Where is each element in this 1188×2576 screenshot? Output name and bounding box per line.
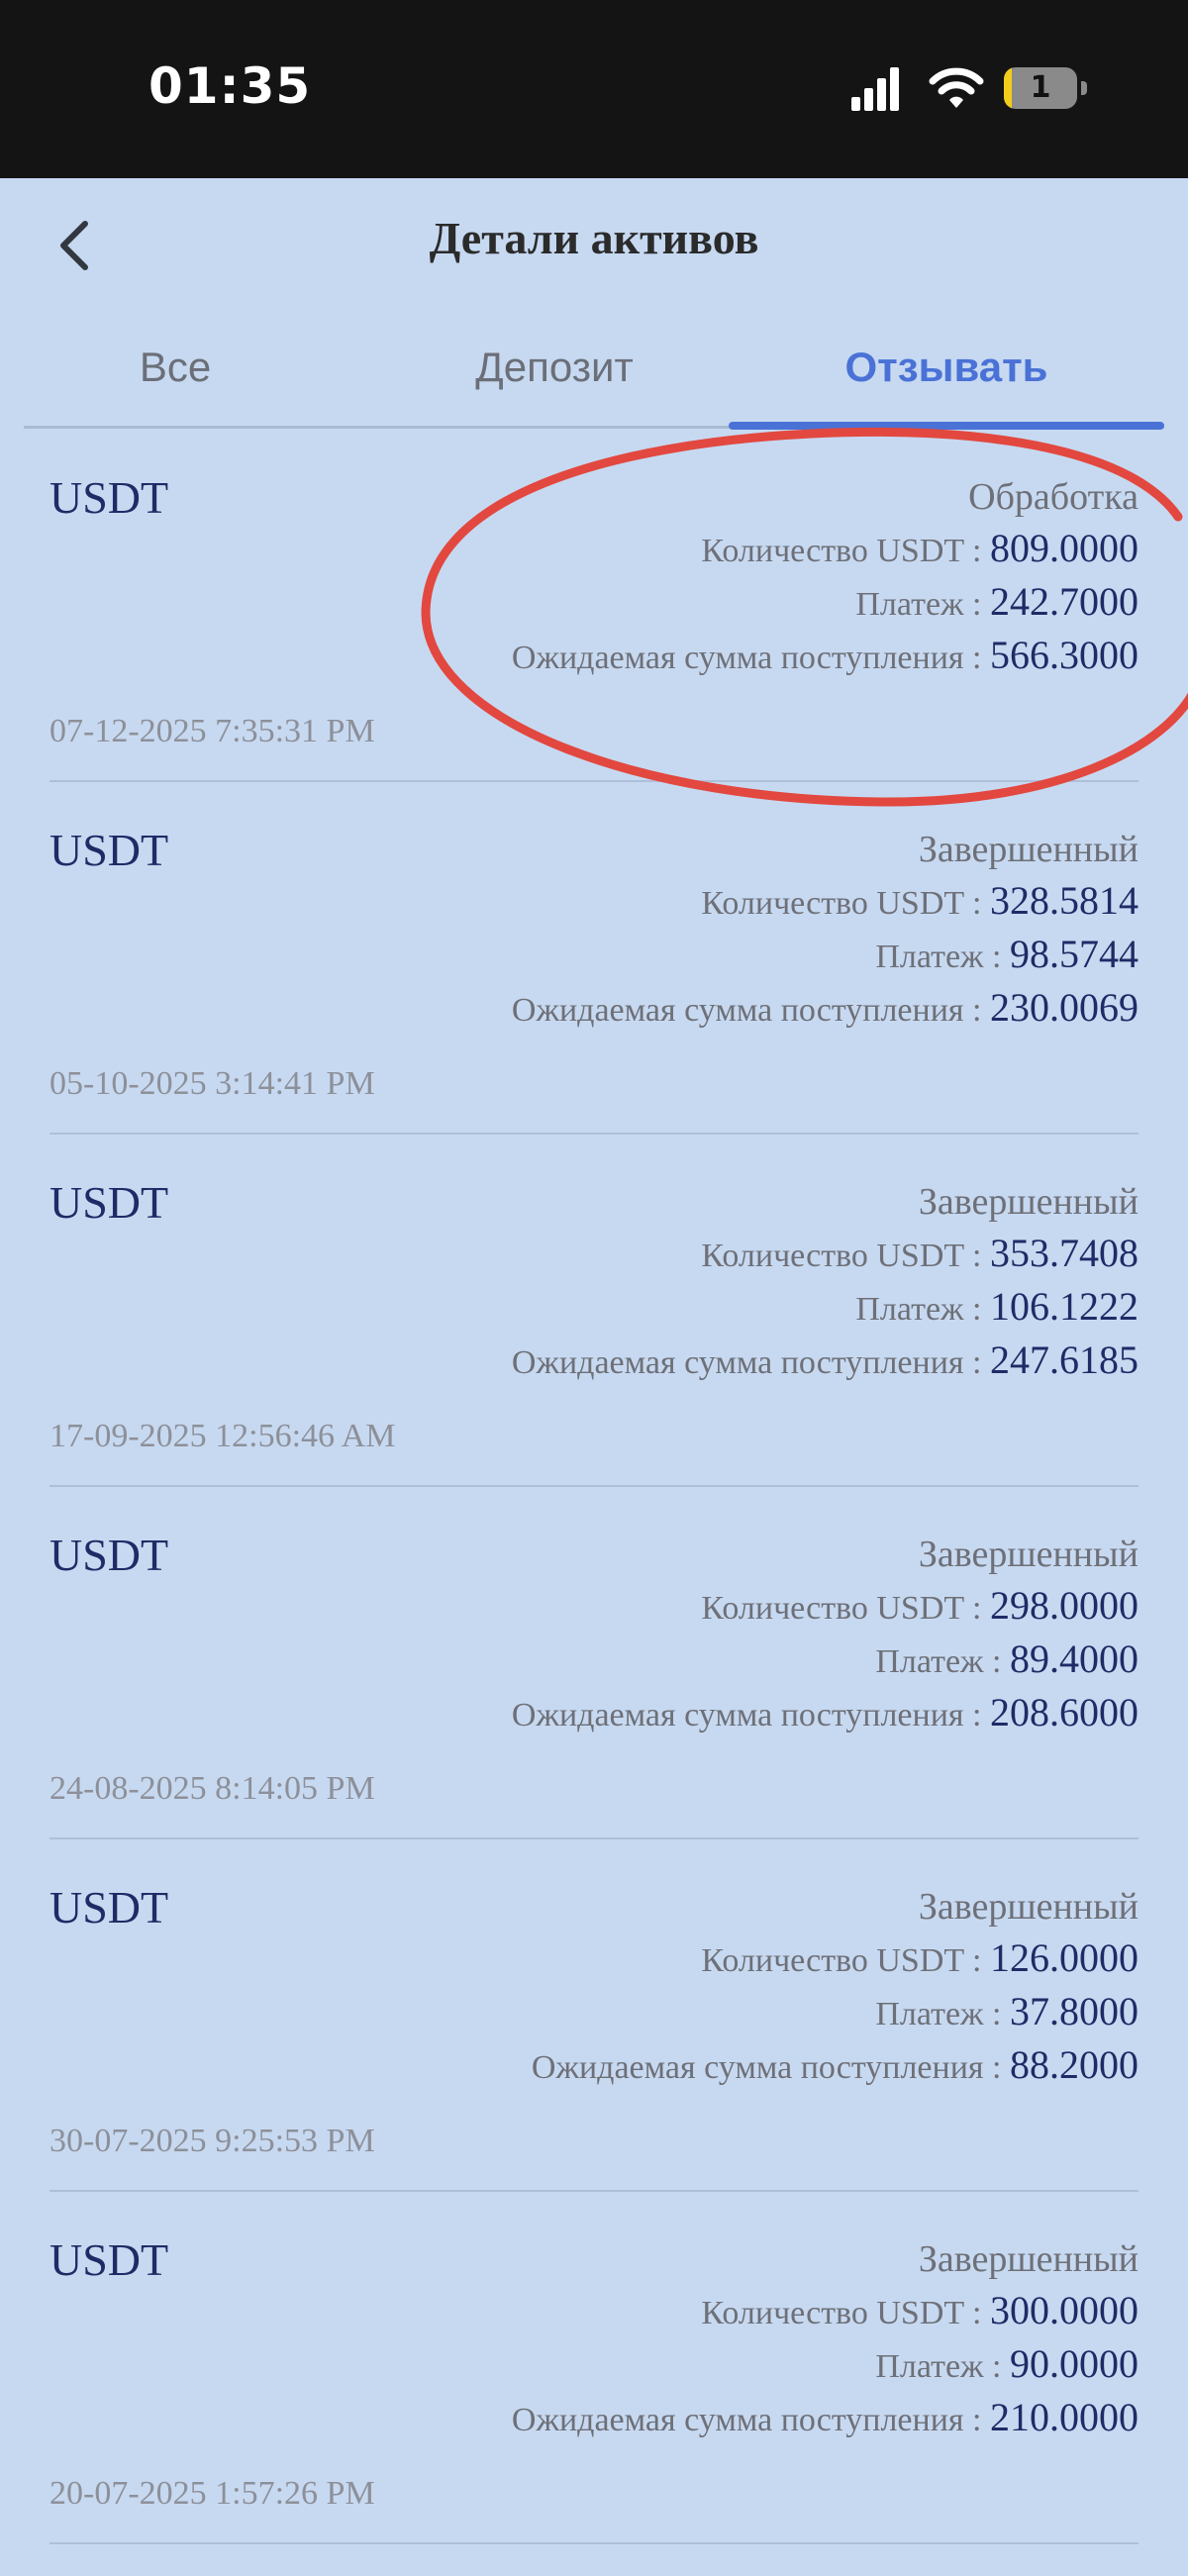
quantity-value: 300.0000 — [990, 2288, 1138, 2332]
expected-row: Ожидаемая сумма поступления : 230.0069 — [512, 984, 1138, 1031]
list-item[interactable]: USDT Завершенный Количество USDT : 328.5… — [50, 782, 1138, 1135]
quantity-value: 809.0000 — [990, 526, 1138, 570]
item-status: Завершенный — [918, 1886, 1138, 1928]
quantity-row: Количество USDT : 126.0000 — [701, 1934, 1138, 1981]
fee-row: Платеж : 89.4000 — [875, 1635, 1138, 1682]
page-title: Детали активов — [429, 213, 759, 263]
fee-row: Платеж : 106.1222 — [855, 1283, 1138, 1330]
fee-label: Платеж : — [855, 586, 990, 623]
battery-level: 1 — [1030, 70, 1051, 105]
expected-value: 230.0069 — [990, 985, 1138, 1030]
quantity-row: Количество USDT : 809.0000 — [701, 525, 1138, 571]
fee-label: Платеж : — [875, 1643, 1010, 1680]
status-time: 01:35 — [148, 57, 312, 115]
expected-label: Ожидаемая сумма поступления : — [511, 1697, 990, 1734]
quantity-row: Количество USDT : 353.7408 — [701, 1230, 1138, 1276]
quantity-row: Количество USDT : 328.5814 — [701, 877, 1138, 924]
list-item[interactable]: USDT Обработка Количество USDT : 809.000… — [50, 430, 1138, 782]
quantity-value: 298.0000 — [990, 1583, 1138, 1628]
expected-label: Ожидаемая сумма поступления : — [511, 992, 990, 1029]
item-date: 30-07-2025 9:25:53 PM — [50, 2123, 375, 2159]
tab-withdraw[interactable]: Отзывать — [729, 327, 1164, 422]
fee-value: 106.1222 — [990, 1284, 1138, 1329]
quantity-label: Количество USDT : — [701, 885, 990, 922]
transaction-list: USDT Обработка Количество USDT : 809.000… — [50, 430, 1138, 2544]
item-currency: USDT — [50, 2234, 169, 2285]
item-currency: USDT — [50, 1882, 169, 1932]
quantity-row: Количество USDT : 300.0000 — [701, 2287, 1138, 2333]
status-bar: 01:35 1 — [0, 0, 1188, 178]
active-tab-indicator — [729, 422, 1164, 430]
item-status: Завершенный — [918, 829, 1138, 870]
fee-row: Платеж : 37.8000 — [875, 1988, 1138, 2034]
list-item[interactable]: USDT Завершенный Количество USDT : 298.0… — [50, 1487, 1138, 1839]
expected-value: 208.6000 — [990, 1690, 1138, 1734]
quantity-label: Количество USDT : — [701, 1590, 990, 1627]
expected-label: Ожидаемая сумма поступления : — [511, 2402, 990, 2438]
expected-value: 566.3000 — [990, 633, 1138, 677]
item-currency: USDT — [50, 1530, 169, 1580]
item-date: 07-12-2025 7:35:31 PM — [50, 713, 375, 749]
expected-value: 247.6185 — [990, 1338, 1138, 1382]
cellular-signal-icon — [851, 67, 899, 111]
item-currency: USDT — [50, 825, 169, 875]
expected-label: Ожидаемая сумма поступления : — [531, 2049, 1010, 2086]
wifi-icon — [929, 67, 984, 108]
quantity-value: 126.0000 — [990, 1935, 1138, 1980]
item-currency: USDT — [50, 1177, 169, 1228]
fee-label: Платеж : — [875, 2348, 1010, 2385]
quantity-row: Количество USDT : 298.0000 — [701, 1582, 1138, 1629]
fee-value: 89.4000 — [1010, 1636, 1138, 1681]
expected-row: Ожидаемая сумма поступления : 566.3000 — [512, 632, 1138, 678]
expected-value: 88.2000 — [1010, 2042, 1138, 2087]
expected-label: Ожидаемая сумма поступления : — [511, 640, 990, 676]
item-date: 17-09-2025 12:56:46 AM — [50, 1418, 396, 1454]
item-status: Завершенный — [918, 2238, 1138, 2280]
fee-label: Платеж : — [855, 1291, 990, 1328]
list-item[interactable]: USDT Завершенный Количество USDT : 126.0… — [50, 1839, 1138, 2192]
quantity-label: Количество USDT : — [701, 2295, 990, 2331]
fee-label: Платеж : — [875, 1996, 1010, 2032]
item-date: 05-10-2025 3:14:41 PM — [50, 1065, 375, 1102]
list-item[interactable]: USDT Завершенный Количество USDT : 353.7… — [50, 1135, 1138, 1487]
fee-value: 90.0000 — [1010, 2341, 1138, 2386]
quantity-label: Количество USDT : — [701, 533, 990, 569]
quantity-value: 328.5814 — [990, 878, 1138, 923]
quantity-label: Количество USDT : — [701, 1238, 990, 1274]
tab-all[interactable]: Все — [24, 327, 327, 422]
item-status: Завершенный — [918, 1181, 1138, 1223]
item-date: 24-08-2025 8:14:05 PM — [50, 1770, 375, 1807]
battery-icon: 1 — [1004, 67, 1087, 109]
item-currency: USDT — [50, 472, 169, 523]
expected-row: Ожидаемая сумма поступления : 210.0000 — [512, 2394, 1138, 2440]
tab-deposit[interactable]: Депозит — [327, 327, 782, 422]
expected-row: Ожидаемая сумма поступления : 247.6185 — [512, 1337, 1138, 1383]
fee-value: 98.5744 — [1010, 932, 1138, 976]
item-date: 20-07-2025 1:57:26 PM — [50, 2475, 375, 2512]
fee-row: Платеж : 98.5744 — [875, 931, 1138, 977]
expected-row: Ожидаемая сумма поступления : 208.6000 — [512, 1689, 1138, 1735]
fee-label: Платеж : — [875, 939, 1010, 975]
list-item[interactable]: USDT Завершенный Количество USDT : 300.0… — [50, 2192, 1138, 2544]
expected-row: Ожидаемая сумма поступления : 88.2000 — [532, 2041, 1138, 2088]
item-status: Обработка — [968, 476, 1138, 518]
expected-value: 210.0000 — [990, 2395, 1138, 2439]
tab-bar: Все Депозит Отзывать — [24, 327, 1164, 430]
fee-row: Платеж : 242.7000 — [855, 578, 1138, 625]
quantity-label: Количество USDT : — [701, 1942, 990, 1979]
fee-value: 37.8000 — [1010, 1989, 1138, 2033]
quantity-value: 353.7408 — [990, 1231, 1138, 1275]
item-status: Завершенный — [918, 1534, 1138, 1575]
fee-value: 242.7000 — [990, 579, 1138, 624]
fee-row: Платеж : 90.0000 — [875, 2340, 1138, 2387]
expected-label: Ожидаемая сумма поступления : — [511, 1344, 990, 1381]
